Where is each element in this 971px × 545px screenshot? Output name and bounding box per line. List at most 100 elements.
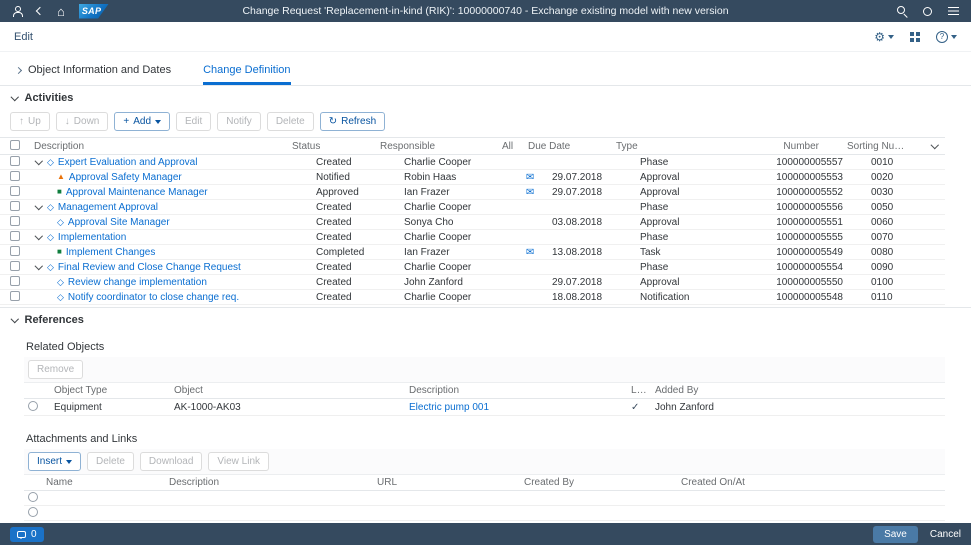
expand-toggle-icon[interactable] xyxy=(34,233,43,242)
column-header-le[interactable]: Le... xyxy=(631,385,655,396)
activity-description-link[interactable]: Implement Changes xyxy=(66,247,156,258)
delete-button[interactable]: Delete xyxy=(267,112,314,131)
table-row[interactable]: ◇ Implementation Created Charlie Cooper … xyxy=(0,230,945,245)
column-header-responsible[interactable]: Responsible xyxy=(380,141,502,152)
table-row[interactable]: ▲ Approval Safety Manager Notified Robin… xyxy=(0,170,945,185)
column-header-description[interactable]: Description xyxy=(409,385,631,396)
help-menu-button[interactable]: ? xyxy=(936,31,957,43)
insert-button[interactable]: Insert xyxy=(28,452,81,471)
edit-button[interactable]: Edit xyxy=(176,112,211,131)
activity-description-link[interactable]: Approval Maintenance Manager xyxy=(66,187,208,198)
activity-description-link[interactable]: Approval Site Manager xyxy=(68,217,170,228)
email-icon[interactable]: ✉ xyxy=(526,172,534,183)
row-checkbox[interactable] xyxy=(10,201,20,211)
column-header-sorting-number[interactable]: Sorting Number xyxy=(825,141,917,152)
row-checkbox[interactable] xyxy=(10,276,20,286)
activity-sorting-number: 0030 xyxy=(849,187,941,198)
table-row[interactable]: ◇ Final Review and Close Change Request … xyxy=(0,260,945,275)
row-checkbox[interactable] xyxy=(10,291,20,301)
email-icon[interactable]: ✉ xyxy=(526,247,534,258)
row-checkbox[interactable] xyxy=(10,156,20,166)
column-header-due-date[interactable]: Due Date xyxy=(528,141,616,152)
expand-toggle-icon[interactable] xyxy=(34,263,43,272)
column-header-name[interactable]: Name xyxy=(46,477,169,488)
messages-button[interactable]: 0 xyxy=(10,527,44,542)
expand-toggle-icon[interactable] xyxy=(34,203,43,212)
activity-description-link[interactable]: Review change implementation xyxy=(68,277,207,288)
row-checkbox[interactable] xyxy=(10,171,20,181)
refresh-button[interactable]: ↻ Refresh xyxy=(320,112,385,131)
column-header-number[interactable]: Number xyxy=(700,141,825,152)
activity-number: 100000005553 xyxy=(724,172,849,183)
row-checkbox[interactable] xyxy=(10,216,20,226)
row-radio-button[interactable] xyxy=(28,507,38,517)
up-button[interactable]: ↑ Up xyxy=(10,112,50,131)
column-header-created-by[interactable]: Created By xyxy=(524,477,681,488)
activity-description-link[interactable]: Implementation xyxy=(58,232,126,243)
activity-description-link[interactable]: Final Review and Close Change Request xyxy=(58,262,241,273)
table-row[interactable]: ◇ Approval Site Manager Created Sonya Ch… xyxy=(0,215,945,230)
app-grid-icon[interactable] xyxy=(910,32,920,42)
activity-status: Created xyxy=(316,277,404,288)
down-button[interactable]: ↓ Down xyxy=(56,112,109,131)
download-button[interactable]: Download xyxy=(140,452,202,471)
sap-logo[interactable]: SAP xyxy=(79,4,109,19)
table-row[interactable]: ◇ Review change implementation Created J… xyxy=(0,275,945,290)
sap-logo-text: SAP xyxy=(82,6,101,16)
remove-button[interactable]: Remove xyxy=(28,360,83,379)
object-description-link[interactable]: Electric pump 001 xyxy=(409,402,631,413)
notify-button[interactable]: Notify xyxy=(217,112,261,131)
references-panel-header[interactable]: References xyxy=(0,308,971,332)
column-header-description[interactable]: Description xyxy=(169,477,377,488)
row-radio-button[interactable] xyxy=(28,492,38,502)
activity-due-date: 18.08.2018 xyxy=(552,292,640,303)
column-header-object[interactable]: Object xyxy=(174,385,409,396)
row-checkbox[interactable] xyxy=(10,246,20,256)
anchor-tab-bar: Object Information and Dates Change Defi… xyxy=(0,52,971,86)
column-header-object-type[interactable]: Object Type xyxy=(54,385,174,396)
activity-description-link[interactable]: Management Approval xyxy=(58,202,158,213)
column-header-description[interactable]: Description xyxy=(34,141,292,152)
row-checkbox[interactable] xyxy=(10,261,20,271)
row-checkbox[interactable] xyxy=(10,231,20,241)
activities-panel-header[interactable]: Activities xyxy=(0,86,971,110)
row-radio-button[interactable] xyxy=(28,401,38,411)
chevron-down-icon xyxy=(888,35,894,39)
tab-change-definition[interactable]: Change Definition xyxy=(203,64,290,85)
table-row[interactable]: ◇ Expert Evaluation and Approval Created… xyxy=(0,155,945,170)
table-row[interactable]: ■ Implement Changes Completed Ian Frazer… xyxy=(0,245,945,260)
save-button[interactable]: Save xyxy=(873,526,918,543)
copilot-icon[interactable] xyxy=(923,7,932,16)
column-header-added-by[interactable]: Added By xyxy=(655,385,941,396)
table-row[interactable]: ■ Approval Maintenance Manager Approved … xyxy=(0,185,945,200)
add-button[interactable]: + Add xyxy=(114,112,170,131)
user-avatar-icon[interactable] xyxy=(12,6,23,17)
column-header-status[interactable]: Status xyxy=(292,141,380,152)
back-icon[interactable] xyxy=(36,7,44,15)
activity-description-link[interactable]: Expert Evaluation and Approval xyxy=(58,157,198,168)
column-header-type[interactable]: Type xyxy=(616,141,700,152)
home-icon[interactable]: ⌂ xyxy=(57,5,65,18)
tab-object-information-and-dates[interactable]: Object Information and Dates xyxy=(16,64,171,85)
settings-menu-button[interactable]: ⚙ xyxy=(874,31,894,43)
view-link-button[interactable]: View Link xyxy=(208,452,269,471)
page-title: Change Request 'Replacement-in-kind (RIK… xyxy=(242,5,728,17)
column-header-created-on-at[interactable]: Created On/At xyxy=(681,477,941,488)
select-all-checkbox[interactable] xyxy=(10,140,20,150)
related-object-row[interactable]: Equipment AK-1000-AK03 Electric pump 001… xyxy=(24,399,945,416)
activity-responsible: Robin Haas xyxy=(404,172,526,183)
activity-description-link[interactable]: Notify coordinator to close change req. xyxy=(68,292,239,303)
column-header-url[interactable]: URL xyxy=(377,477,524,488)
delete-attachment-button[interactable]: Delete xyxy=(87,452,134,471)
table-row[interactable]: ◇ Management Approval Created Charlie Co… xyxy=(0,200,945,215)
cancel-button[interactable]: Cancel xyxy=(930,529,961,540)
email-icon[interactable]: ✉ xyxy=(526,187,534,198)
activity-description-link[interactable]: Approval Safety Manager xyxy=(69,172,182,183)
row-checkbox[interactable] xyxy=(10,186,20,196)
table-row[interactable]: ◇ Notify coordinator to close change req… xyxy=(0,290,945,305)
overflow-menu-icon[interactable] xyxy=(948,7,959,16)
search-icon[interactable] xyxy=(897,6,907,16)
column-settings-icon[interactable] xyxy=(930,142,939,151)
column-header-all[interactable]: All xyxy=(502,141,528,152)
expand-toggle-icon[interactable] xyxy=(34,158,43,167)
